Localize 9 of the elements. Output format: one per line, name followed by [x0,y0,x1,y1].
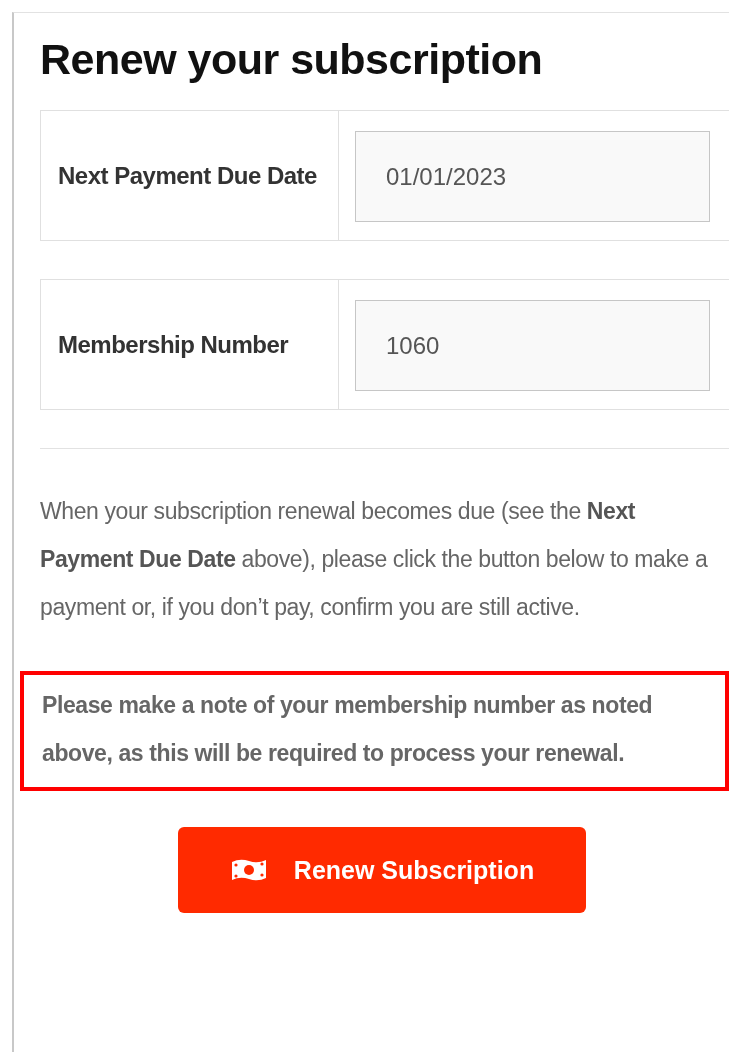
note-text: Please make a note of your membership number as noted above, as this will be required to process your renewal. [20,671,729,791]
renew-button[interactable]: Renew Subscription [178,827,586,913]
field-label: Membership Number [41,280,339,409]
instructions-text: When your subscription renewal becomes due (see the Next Payment Due Date above), please click the button below to make a payment or, if you don’t pay, confirm you are still active. [40,497,709,622]
input-field[interactable]: 01/01/2023 [355,131,710,222]
page-title: Renew your subscription [40,35,544,84]
input-field[interactable]: 1060 [355,300,710,391]
money-bill-icon [229,857,268,883]
field-label: Next Payment Due Date [41,111,339,240]
